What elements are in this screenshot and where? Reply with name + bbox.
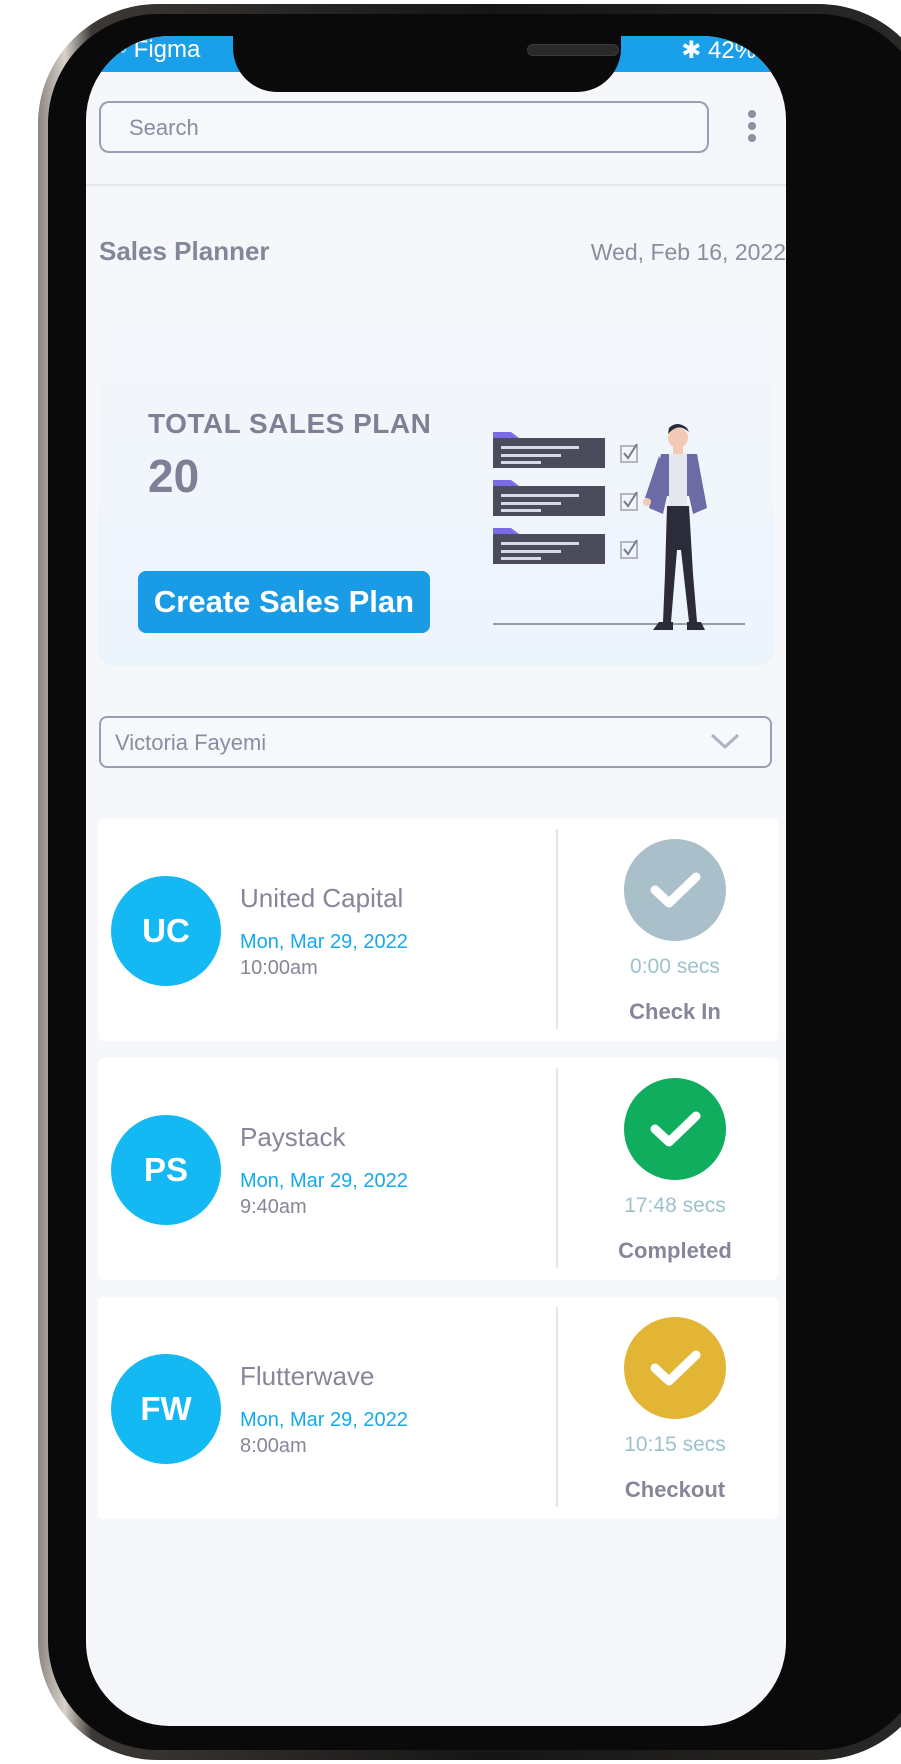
app-screen: ◦◦ Figma ✱ 42% Search Sales Planner Wed,… (86, 36, 786, 1726)
status-battery: ✱ 42% (681, 37, 756, 64)
visit-time: 10:00am (240, 957, 318, 979)
current-date: Wed, Feb 16, 2022 (590, 239, 786, 265)
company-avatar: FW (111, 1354, 221, 1464)
phone-notch (233, 36, 621, 92)
salesperson-select-value: Victoria Fayemi (115, 730, 267, 755)
card-divider (556, 829, 558, 1029)
total-sales-value: 20 (148, 450, 200, 502)
sales-summary-card: TOTAL SALES PLAN 20 Create Sales Plan (98, 324, 774, 666)
checkmark-icon[interactable] (624, 1078, 726, 1180)
visit-time: 9:40am (240, 1196, 307, 1218)
planner-illustration (493, 424, 745, 630)
card-divider (556, 1068, 558, 1268)
visit-card[interactable]: FW Flutterwave Mon, Mar 29, 2022 8:00am … (98, 1297, 778, 1519)
company-avatar: PS (111, 1115, 221, 1225)
checkmark-icon[interactable] (624, 1317, 726, 1419)
status-carrier: ◦◦ Figma (110, 36, 201, 63)
company-avatar: UC (111, 876, 221, 986)
header-divider (86, 184, 786, 186)
create-sales-plan-button[interactable]: Create Sales Plan (138, 571, 430, 633)
search-input[interactable]: Search (99, 101, 709, 153)
speaker-grille (527, 44, 619, 56)
salesperson-select[interactable]: Victoria Fayemi (99, 716, 772, 768)
card-divider (556, 1307, 558, 1507)
visit-status[interactable]: Check In (582, 999, 768, 1025)
visit-status[interactable]: Checkout (582, 1477, 768, 1503)
company-name: Flutterwave (240, 1361, 375, 1391)
chevron-down-icon[interactable] (710, 732, 740, 752)
visit-duration: 17:48 secs (624, 1194, 726, 1217)
page-title: Sales Planner (99, 236, 270, 266)
visit-date: Mon, Mar 29, 2022 (240, 931, 408, 953)
visit-duration: 10:15 secs (624, 1433, 726, 1456)
visit-date: Mon, Mar 29, 2022 (240, 1409, 408, 1431)
total-sales-label: TOTAL SALES PLAN (148, 408, 432, 439)
checkmark-icon[interactable] (624, 839, 726, 941)
visit-time: 8:00am (240, 1435, 307, 1457)
visit-duration: 0:00 secs (630, 955, 720, 978)
visit-card[interactable]: UC United Capital Mon, Mar 29, 2022 10:0… (98, 819, 778, 1041)
company-name: Paystack (240, 1122, 346, 1152)
visit-date: Mon, Mar 29, 2022 (240, 1170, 408, 1192)
more-options-icon[interactable] (744, 110, 760, 146)
company-name: United Capital (240, 883, 404, 913)
visit-status[interactable]: Completed (582, 1238, 768, 1264)
visit-card[interactable]: PS Paystack Mon, Mar 29, 2022 9:40am 17:… (98, 1058, 778, 1280)
